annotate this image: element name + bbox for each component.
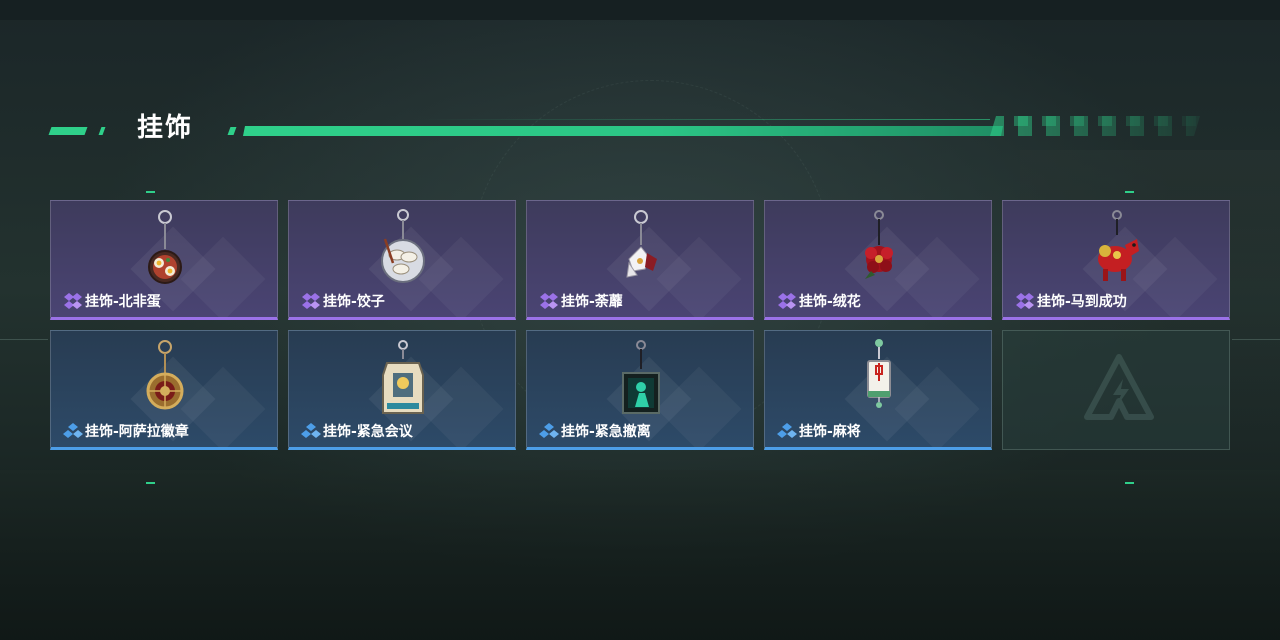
item-name-row: 挂饰-饺子 [301,291,385,311]
item-name-row: 挂饰-北非蛋 [63,291,161,311]
shakshuka-pendant-icon [148,210,182,284]
item-card[interactable]: 挂饰-紧急会议 [288,330,516,450]
corner-tick [146,482,155,484]
left-guide-line [0,339,48,340]
emergency-meeting-pendant-icon [382,340,424,414]
item-name-row: 挂饰-马到成功 [1015,291,1127,311]
rarity-diamond-icon [539,423,559,438]
corner-tick [1125,191,1134,193]
game-logo-icon [1084,354,1154,420]
item-grid: 挂饰-北非蛋 挂饰-饺子 挂饰-荼蘼 挂饰-绒花 挂饰-马到成功 挂饰-阿萨拉徽… [50,200,1230,450]
item-card[interactable]: 挂饰-饺子 [288,200,516,320]
item-name: 挂饰-紧急撤离 [561,424,651,440]
item-name: 挂饰-阿萨拉徽章 [85,424,189,440]
velvet-flower-pendant-icon [865,210,893,279]
corner-tick [146,191,155,193]
item-card[interactable]: 挂饰-紧急撤离 [526,330,754,450]
item-card[interactable]: 挂饰-马到成功 [1002,200,1230,320]
item-card[interactable]: 挂饰-绒花 [764,200,992,320]
header-accent-block [48,127,88,135]
item-name: 挂饰-马到成功 [1037,294,1127,310]
item-card[interactable]: 挂饰-荼蘼 [526,200,754,320]
corner-tick [1125,482,1134,484]
item-name-row: 挂饰-绒花 [777,291,861,311]
item-name: 挂饰-麻将 [799,424,861,440]
section-title: 挂饰 [137,113,194,143]
rarity-diamond-icon [778,293,796,309]
rarity-diamond-icon [1016,293,1034,309]
header-thin-line [420,119,990,120]
right-guide-line [1232,339,1280,340]
item-name-row: 挂饰-阿萨拉徽章 [63,421,189,441]
rarity-diamond-icon [301,423,321,438]
item-name: 挂饰-紧急会议 [323,424,413,440]
top-strip [0,0,1280,20]
rarity-diamond-icon [302,293,320,309]
mahjong-tile-pendant-icon [867,339,891,408]
item-name-row: 挂饰-荼蘼 [539,291,623,311]
item-name-row: 挂饰-紧急会议 [301,421,413,441]
rarity-diamond-icon [540,293,558,309]
item-name: 挂饰-北非蛋 [85,294,161,310]
dumpling-plate-pendant-icon [381,209,425,283]
background-ground [0,470,1280,640]
item-card[interactable]: 挂饰-阿萨拉徽章 [50,330,278,450]
item-card[interactable]: 挂饰-北非蛋 [50,200,278,320]
header-bar [243,126,1003,136]
header-checker-pattern [1000,116,1200,126]
asala-badge-pendant-icon [146,340,184,410]
item-card[interactable]: 挂饰-麻将 [764,330,992,450]
item-name-row: 挂饰-紧急撤离 [539,421,651,441]
item-name: 挂饰-荼蘼 [561,294,623,310]
red-horse-pendant-icon [1098,210,1139,281]
empty-slot [1002,330,1230,450]
item-name: 挂饰-饺子 [323,294,385,310]
emergency-evac-pendant-icon [622,340,660,414]
rarity-diamond-icon [777,423,797,438]
rarity-diamond-icon [64,293,82,309]
flower-pendant-icon [626,210,657,278]
item-name: 挂饰-绒花 [799,294,861,310]
rarity-diamond-icon [63,423,83,438]
item-name-row: 挂饰-麻将 [777,421,861,441]
